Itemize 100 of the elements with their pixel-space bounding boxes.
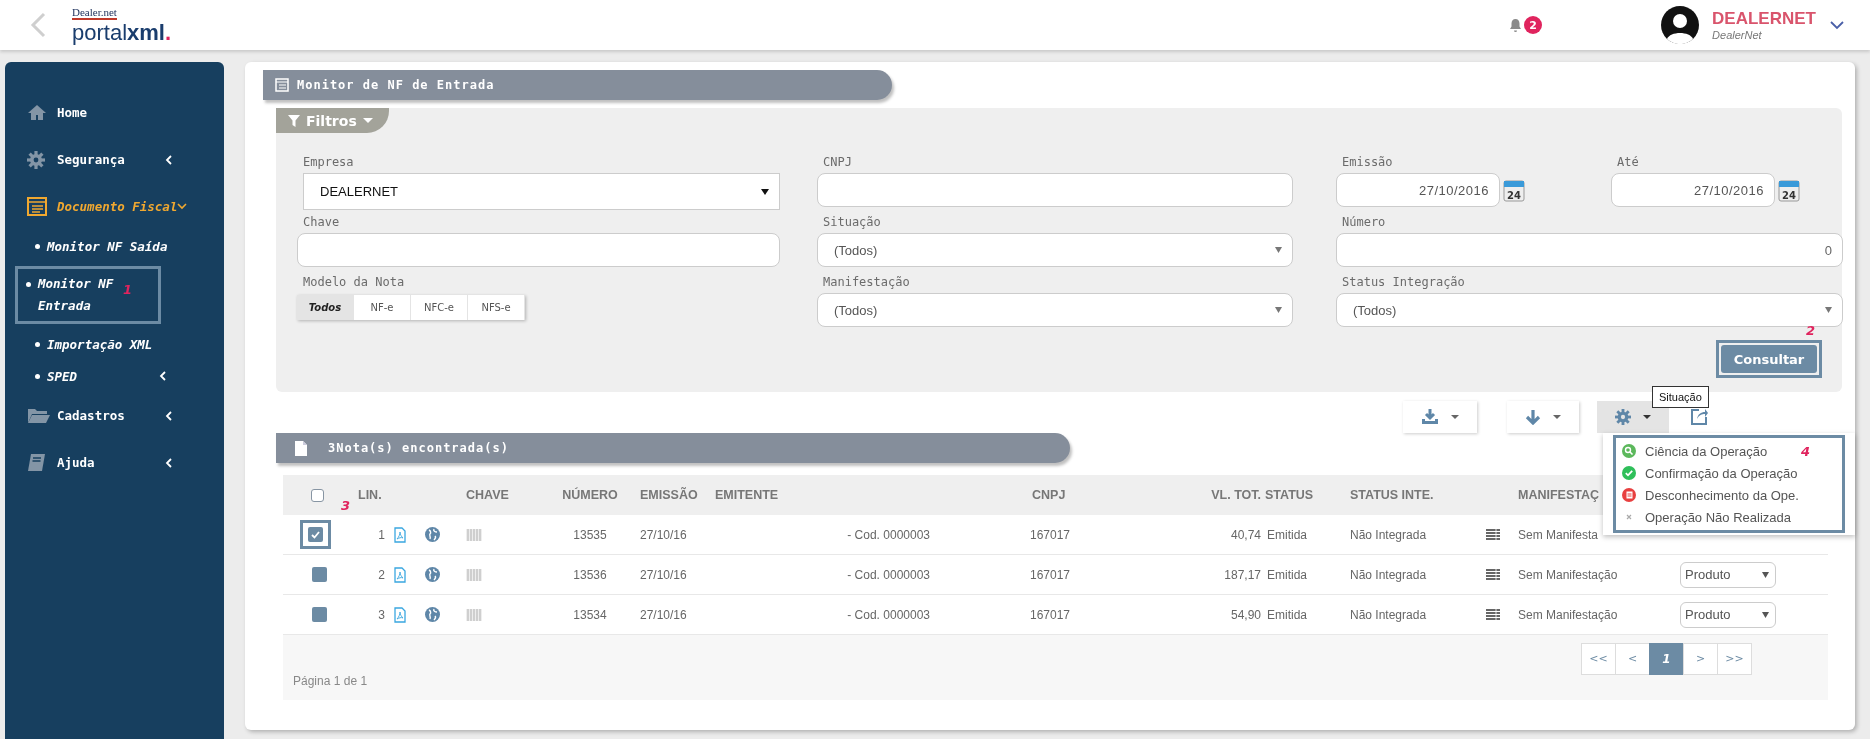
sidebar-subitem[interactable]: Importação XML [5, 328, 224, 360]
notification-badge: 2 [1524, 16, 1543, 34]
page-title: Monitor de NF de Entrada [297, 78, 495, 92]
dropdown-chevron-icon[interactable] [1830, 20, 1844, 30]
date-field[interactable]: 27/10/2016 [1611, 173, 1775, 207]
page-button[interactable]: >> [1717, 642, 1752, 675]
key-thumbnail-icon [466, 528, 482, 541]
table-cell-text: 1 [377, 527, 385, 542]
text-field[interactable] [297, 233, 780, 267]
page-button[interactable]: < [1615, 642, 1650, 675]
globe-icon[interactable] [425, 527, 440, 542]
gear-icon [27, 150, 45, 169]
folder-icon [27, 407, 51, 424]
model-option[interactable]: Todos [297, 295, 354, 320]
table-cell-text: 27/10/16 [640, 527, 688, 542]
dropdown-arrow-icon [1762, 611, 1769, 618]
table-cell-text: Não Integrada [1349, 527, 1428, 542]
table-cell-text: 13536 [572, 567, 608, 582]
document-list-icon [27, 197, 47, 216]
bell-icon[interactable] [1509, 17, 1523, 33]
field-label: Situação [822, 214, 882, 231]
menu-item[interactable]: Desconhecimento da Ope. [1616, 484, 1799, 506]
table-cell-text: Não Integrada [1349, 607, 1428, 622]
chevron-left-icon [159, 371, 166, 381]
select-all-checkbox[interactable] [311, 488, 324, 502]
list-icon [1485, 609, 1500, 620]
chevron-down-icon [177, 203, 188, 210]
text-field[interactable] [817, 173, 1293, 207]
key-thumbnail-icon [466, 568, 482, 581]
checkmark-icon [311, 530, 320, 539]
pdf-icon[interactable] [394, 526, 406, 543]
sidebar-item[interactable]: Documento Fiscal [5, 183, 224, 230]
column-header: LIN. [358, 488, 383, 502]
calendar-icon[interactable]: 24 [1503, 178, 1525, 202]
date-field[interactable]: 27/10/2016 [1336, 173, 1500, 207]
menu-item[interactable]: Ciência da Operação [1616, 440, 1768, 462]
table-cell-text: 167017 [1030, 527, 1072, 542]
sidebar-subitem[interactable]: Monitor NF Saída [5, 230, 224, 262]
column-header: VL. TOT. [1210, 488, 1262, 502]
column-header: EMITENTE [715, 488, 780, 502]
sidebar-item[interactable]: Home [5, 89, 224, 136]
calendar-icon[interactable]: 24 [1778, 178, 1800, 202]
column-header: STATUS [1265, 488, 1315, 502]
field-label: Número [1341, 214, 1387, 231]
row-checkbox[interactable] [312, 607, 327, 622]
page-button[interactable]: 1 [1649, 642, 1684, 675]
dropdown-arrow-icon [1275, 307, 1282, 313]
product-type-select[interactable]: Produto [1680, 561, 1776, 588]
field-label: Até [1616, 154, 1640, 171]
table-cell-text: Emitida [1266, 527, 1308, 542]
pdf-icon[interactable] [394, 606, 406, 623]
menu-item[interactable]: Confirmação da Operação [1616, 462, 1798, 484]
tooltip: Situação [1652, 386, 1709, 408]
row-checkbox[interactable] [308, 527, 323, 542]
menu-item[interactable]: Operação Não Realizada [1616, 506, 1791, 528]
company-select[interactable]: DEALERNET [303, 173, 780, 210]
dropdown-arrow-icon [1825, 307, 1832, 313]
chevron-left-icon [165, 410, 172, 421]
globe-icon[interactable] [425, 567, 440, 582]
page-button[interactable]: << [1581, 642, 1616, 675]
funnel-icon [288, 114, 300, 127]
table-cell-text: Sem Manifestação [1517, 607, 1619, 622]
select-field[interactable]: (Todos) [817, 233, 1293, 267]
file-icon [294, 439, 308, 457]
table-cell-text: 13534 [572, 607, 608, 622]
sidebar-item[interactable]: Segurança [5, 136, 224, 183]
model-option[interactable]: NFC-e [411, 295, 468, 320]
table-cell-text: Emitida [1266, 607, 1308, 622]
avatar-icon[interactable] [1660, 5, 1701, 45]
field-label: Empresa [302, 154, 355, 171]
table-cell-text: 3 [377, 607, 385, 622]
table-cell-text: 40,74 [1229, 527, 1262, 542]
row-checkbox[interactable] [312, 567, 327, 582]
callout-number: 1 [122, 282, 132, 297]
sidebar-subitem[interactable]: SPED [5, 360, 224, 392]
download-tray-icon [1421, 408, 1439, 425]
table-cell-text: 27/10/16 [640, 607, 688, 622]
table-cell-text: 187,17 [1223, 567, 1262, 582]
model-option[interactable]: NFS-e [468, 295, 525, 320]
user-name[interactable]: DEALERNET [1712, 9, 1816, 29]
share-icon [1690, 408, 1708, 425]
globe-icon[interactable] [425, 607, 440, 622]
column-header: CHAVE [465, 488, 510, 502]
number-field[interactable]: 0 [1336, 233, 1843, 267]
pdf-icon[interactable] [394, 566, 406, 583]
product-type-select[interactable]: Produto [1680, 601, 1776, 628]
chevron-left-icon [165, 457, 172, 468]
sidebar-item[interactable]: Ajuda [5, 439, 224, 486]
model-option[interactable]: NF-e [354, 295, 411, 320]
page-button[interactable]: > [1683, 642, 1718, 675]
select-field[interactable]: (Todos) [1336, 293, 1843, 327]
field-label: Modelo da Nota [302, 274, 406, 291]
logo-wordmark: portalxml. [72, 20, 172, 45]
table-cell-text: - Cod. 0000003 [846, 527, 931, 542]
table-cell-text: Sem Manifestação [1517, 567, 1619, 582]
sidebar-item[interactable]: Cadastros [5, 392, 224, 439]
select-field[interactable]: (Todos) [817, 293, 1293, 327]
field-label: Emissão [1341, 154, 1394, 171]
dropdown-arrow-icon [1762, 571, 1769, 578]
consultar-button[interactable]: Consultar [1721, 345, 1817, 373]
